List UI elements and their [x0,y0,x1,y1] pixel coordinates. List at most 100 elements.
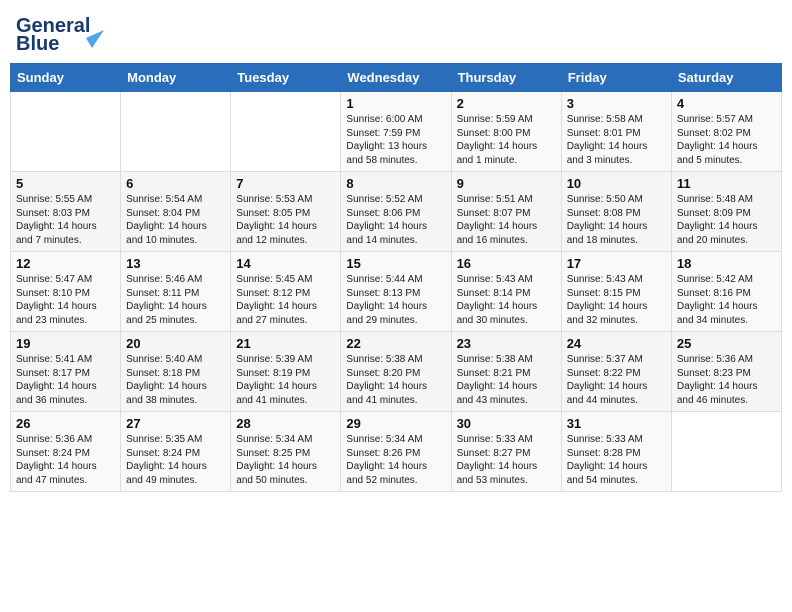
day-cell: 27 Sunrise: 5:35 AM Sunset: 8:24 PM Dayli… [121,412,231,492]
day-number: 8 [346,176,445,191]
day-info: Sunrise: 5:59 AM Sunset: 8:00 PM Dayligh… [457,113,556,167]
day-cell: 2 Sunrise: 5:59 AM Sunset: 8:00 PM Daylig… [451,92,561,172]
day-info: Sunrise: 5:53 AM Sunset: 8:05 PM Dayligh… [236,193,335,247]
day-cell [671,412,781,492]
day-number: 22 [346,336,445,351]
day-number: 5 [16,176,115,191]
day-info: Sunrise: 5:41 AM Sunset: 8:17 PM Dayligh… [16,353,115,407]
day-info: Sunrise: 5:38 AM Sunset: 8:20 PM Dayligh… [346,353,445,407]
day-info: Sunrise: 5:33 AM Sunset: 8:28 PM Dayligh… [567,433,666,487]
day-number: 18 [677,256,776,271]
day-cell: 6Sunrise: 5:54 AM Sunset: 8:04 PM Daylig… [121,172,231,252]
day-cell: 20 Sunrise: 5:40 AM Sunset: 8:18 PM Dayli… [121,332,231,412]
day-cell: 19 Sunrise: 5:41 AM Sunset: 8:17 PM Dayli… [11,332,121,412]
day-info: Sunrise: 5:43 AM Sunset: 8:14 PM Dayligh… [457,273,556,327]
day-cell: 29Sunrise: 5:34 AM Sunset: 8:26 PM Dayli… [341,412,451,492]
day-cell: 18 Sunrise: 5:42 AM Sunset: 8:16 PM Dayli… [671,252,781,332]
day-cell: 4Sunrise: 5:57 AM Sunset: 8:02 PM Daylig… [671,92,781,172]
day-cell: 17Sunrise: 5:43 AM Sunset: 8:15 PM Dayli… [561,252,671,332]
day-cell: 15 Sunrise: 5:44 AM Sunset: 8:13 PM Dayli… [341,252,451,332]
day-info: Sunrise: 5:42 AM Sunset: 8:16 PM Dayligh… [677,273,776,327]
day-number: 23 [457,336,556,351]
day-cell: 12 Sunrise: 5:47 AM Sunset: 8:10 PM Dayli… [11,252,121,332]
day-number: 11 [677,176,776,191]
day-cell: 14 Sunrise: 5:45 AM Sunset: 8:12 PM Dayli… [231,252,341,332]
day-info: Sunrise: 5:37 AM Sunset: 8:22 PM Dayligh… [567,353,666,407]
day-cell [11,92,121,172]
day-cell: 28 Sunrise: 5:34 AM Sunset: 8:25 PM Dayli… [231,412,341,492]
page-header: General Blue [10,10,782,55]
weekday-header-wednesday: Wednesday [341,64,451,92]
day-number: 19 [16,336,115,351]
day-info: Sunrise: 5:34 AM Sunset: 8:25 PM Dayligh… [236,433,335,487]
day-info: Sunrise: 5:36 AM Sunset: 8:23 PM Dayligh… [677,353,776,407]
weekday-header-friday: Friday [561,64,671,92]
day-cell: 7 Sunrise: 5:53 AM Sunset: 8:05 PM Daylig… [231,172,341,252]
day-cell: 1 Sunrise: 6:00 AM Sunset: 7:59 PM Daylig… [341,92,451,172]
day-cell [121,92,231,172]
day-info: Sunrise: 5:40 AM Sunset: 8:18 PM Dayligh… [126,353,225,407]
calendar-header: SundayMondayTuesdayWednesdayThursdayFrid… [11,64,782,92]
day-number: 2 [457,96,556,111]
week-row-4: 19 Sunrise: 5:41 AM Sunset: 8:17 PM Dayli… [11,332,782,412]
day-cell: 31 Sunrise: 5:33 AM Sunset: 8:28 PM Dayli… [561,412,671,492]
day-number: 9 [457,176,556,191]
logo-svg: General Blue [14,10,104,55]
weekday-header-thursday: Thursday [451,64,561,92]
day-number: 30 [457,416,556,431]
day-number: 25 [677,336,776,351]
weekday-header-row: SundayMondayTuesdayWednesdayThursdayFrid… [11,64,782,92]
day-cell: 5 Sunrise: 5:55 AM Sunset: 8:03 PM Daylig… [11,172,121,252]
day-info: Sunrise: 5:33 AM Sunset: 8:27 PM Dayligh… [457,433,556,487]
day-number: 28 [236,416,335,431]
day-info: Sunrise: 6:00 AM Sunset: 7:59 PM Dayligh… [346,113,445,167]
day-number: 31 [567,416,666,431]
day-info: Sunrise: 5:35 AM Sunset: 8:24 PM Dayligh… [126,433,225,487]
day-info: Sunrise: 5:44 AM Sunset: 8:13 PM Dayligh… [346,273,445,327]
week-row-3: 12 Sunrise: 5:47 AM Sunset: 8:10 PM Dayli… [11,252,782,332]
day-info: Sunrise: 5:52 AM Sunset: 8:06 PM Dayligh… [346,193,445,247]
day-number: 27 [126,416,225,431]
day-cell: 10Sunrise: 5:50 AM Sunset: 8:08 PM Dayli… [561,172,671,252]
day-number: 1 [346,96,445,111]
day-info: Sunrise: 5:55 AM Sunset: 8:03 PM Dayligh… [16,193,115,247]
day-number: 21 [236,336,335,351]
day-number: 26 [16,416,115,431]
day-info: Sunrise: 5:47 AM Sunset: 8:10 PM Dayligh… [16,273,115,327]
day-cell: 8 Sunrise: 5:52 AM Sunset: 8:06 PM Daylig… [341,172,451,252]
day-info: Sunrise: 5:36 AM Sunset: 8:24 PM Dayligh… [16,433,115,487]
week-row-2: 5 Sunrise: 5:55 AM Sunset: 8:03 PM Daylig… [11,172,782,252]
day-number: 15 [346,256,445,271]
day-cell: 9 Sunrise: 5:51 AM Sunset: 8:07 PM Daylig… [451,172,561,252]
day-cell: 23Sunrise: 5:38 AM Sunset: 8:21 PM Dayli… [451,332,561,412]
day-cell: 30 Sunrise: 5:33 AM Sunset: 8:27 PM Dayli… [451,412,561,492]
day-info: Sunrise: 5:51 AM Sunset: 8:07 PM Dayligh… [457,193,556,247]
day-number: 3 [567,96,666,111]
weekday-header-monday: Monday [121,64,231,92]
day-info: Sunrise: 5:45 AM Sunset: 8:12 PM Dayligh… [236,273,335,327]
day-number: 29 [346,416,445,431]
day-number: 20 [126,336,225,351]
day-info: Sunrise: 5:50 AM Sunset: 8:08 PM Dayligh… [567,193,666,247]
day-cell: 16Sunrise: 5:43 AM Sunset: 8:14 PM Dayli… [451,252,561,332]
day-number: 12 [16,256,115,271]
day-info: Sunrise: 5:43 AM Sunset: 8:15 PM Dayligh… [567,273,666,327]
svg-text:Blue: Blue [16,33,59,55]
day-number: 24 [567,336,666,351]
day-cell: 13Sunrise: 5:46 AM Sunset: 8:11 PM Dayli… [121,252,231,332]
weekday-header-saturday: Saturday [671,64,781,92]
day-cell: 26 Sunrise: 5:36 AM Sunset: 8:24 PM Dayli… [11,412,121,492]
day-number: 14 [236,256,335,271]
logo: General Blue [14,10,104,55]
weekday-header-sunday: Sunday [11,64,121,92]
day-info: Sunrise: 5:48 AM Sunset: 8:09 PM Dayligh… [677,193,776,247]
calendar-body: 1 Sunrise: 6:00 AM Sunset: 7:59 PM Daylig… [11,92,782,492]
calendar-table: SundayMondayTuesdayWednesdayThursdayFrid… [10,63,782,492]
day-info: Sunrise: 5:46 AM Sunset: 8:11 PM Dayligh… [126,273,225,327]
day-number: 6 [126,176,225,191]
day-cell: 3Sunrise: 5:58 AM Sunset: 8:01 PM Daylig… [561,92,671,172]
week-row-1: 1 Sunrise: 6:00 AM Sunset: 7:59 PM Daylig… [11,92,782,172]
weekday-header-tuesday: Tuesday [231,64,341,92]
day-number: 7 [236,176,335,191]
day-cell: 21Sunrise: 5:39 AM Sunset: 8:19 PM Dayli… [231,332,341,412]
